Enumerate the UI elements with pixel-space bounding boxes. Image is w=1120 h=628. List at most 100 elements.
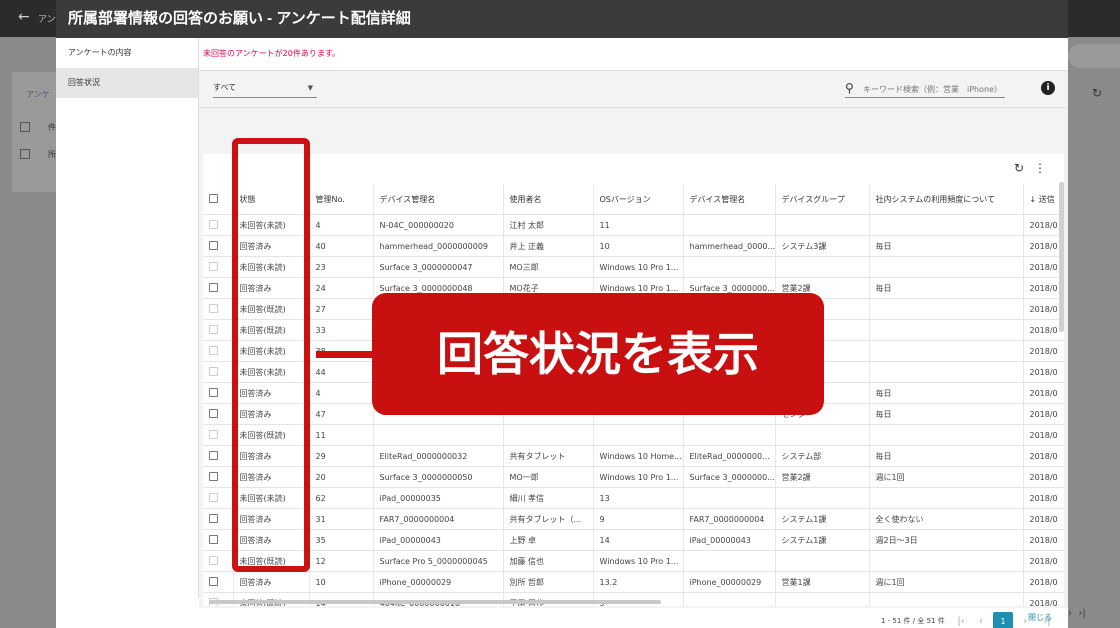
select-all-checkbox[interactable]: [203, 184, 234, 215]
table-row[interactable]: 未回答(未読) 23 Surface 3_0000000047 MO三郎 Windows…: [203, 256, 1064, 278]
table-row[interactable]: 未回答(既読) 12 Surface Pro 5_0000000045 加藤 信也 Wi…: [203, 550, 1064, 572]
table-cell: 11: [309, 424, 374, 446]
checkbox-icon[interactable]: [209, 408, 218, 418]
checkbox-icon[interactable]: [209, 240, 218, 250]
table-row[interactable]: 回答済み 40 hammerhead_0000000009 井上 正義 10 hammer…: [203, 235, 1064, 257]
checkbox-icon[interactable]: [209, 366, 218, 376]
table-cell: 23: [309, 256, 374, 278]
table-cell: 加藤 信也: [503, 550, 594, 572]
checkbox-icon[interactable]: [209, 387, 218, 397]
keyword-search[interactable]: ⚲: [845, 79, 1005, 98]
table-cell: [775, 550, 870, 572]
row-checkbox[interactable]: [203, 361, 234, 383]
pagination: 1 - 51 件 / 全 51 件 |‹ ‹ 1 › ›|: [199, 608, 1068, 628]
row-checkbox[interactable]: [203, 508, 234, 530]
column-header[interactable]: 使用者名: [503, 184, 594, 215]
info-icon[interactable]: i: [1041, 81, 1055, 95]
table-row[interactable]: 回答済み 10 iPhone_00000029 別所 哲郎 13.2 iPhone_000…: [203, 571, 1064, 593]
checkbox-icon[interactable]: [209, 513, 218, 523]
checkbox-icon[interactable]: [209, 193, 218, 203]
table-cell: 35: [309, 529, 374, 551]
table-cell: 江村 太郎: [503, 214, 594, 236]
column-header[interactable]: デバイス管理名: [683, 184, 776, 215]
checkbox-icon[interactable]: [209, 303, 218, 313]
horizontal-scrollbar[interactable]: [209, 600, 661, 604]
table-cell: 週2日〜3日: [869, 529, 1024, 551]
table-cell: [775, 214, 870, 236]
prev-page-icon[interactable]: ‹: [971, 612, 991, 628]
table-cell: 10: [593, 235, 684, 257]
more-vert-icon[interactable]: ⋮: [1034, 161, 1046, 175]
row-checkbox[interactable]: [203, 466, 234, 488]
table-cell: [869, 340, 1024, 362]
column-header[interactable]: 社内システムの利用頻度について: [869, 184, 1024, 215]
table-row[interactable]: 回答済み 29 EliteRad_0000000032 共有タブレット Windows …: [203, 445, 1064, 467]
row-checkbox[interactable]: [203, 403, 234, 425]
table-cell: 2018/0: [1023, 256, 1064, 278]
checkbox-icon[interactable]: [209, 450, 218, 460]
table-cell: hammerhead_0000...: [683, 235, 776, 257]
column-header[interactable]: ↓ 送信: [1023, 184, 1064, 215]
table-row[interactable]: 未回答(未読) 4 N-04C_000000020 江村 太郎 11 2018/0: [203, 214, 1064, 236]
column-header[interactable]: OSバージョン: [593, 184, 684, 215]
checkbox-icon[interactable]: [209, 471, 218, 481]
table-cell: [869, 361, 1024, 383]
row-checkbox[interactable]: [203, 256, 234, 278]
row-checkbox[interactable]: [203, 445, 234, 467]
table-cell: 40: [309, 235, 374, 257]
row-checkbox[interactable]: [203, 382, 234, 404]
checkbox-icon[interactable]: [209, 534, 218, 544]
table-row[interactable]: 回答済み 35 iPad_00000043 上野 卓 14 iPad_00000043 シス…: [203, 529, 1064, 551]
first-page-icon[interactable]: |‹: [951, 612, 971, 628]
table-cell: Surface 3_0000000050: [373, 466, 504, 488]
table-row[interactable]: 未回答(既読) 11 2018/0: [203, 424, 1064, 446]
table-cell: [683, 424, 776, 446]
row-checkbox[interactable]: [203, 550, 234, 572]
status-filter-select[interactable]: すべて ▼: [213, 79, 317, 98]
row-checkbox[interactable]: [203, 487, 234, 509]
current-page-button[interactable]: 1: [993, 612, 1013, 628]
row-checkbox[interactable]: [203, 424, 234, 446]
column-header[interactable]: デバイスグループ: [775, 184, 870, 215]
row-checkbox[interactable]: [203, 571, 234, 593]
checkbox-icon[interactable]: [209, 282, 218, 292]
checkbox-icon[interactable]: [209, 429, 218, 439]
checkbox-icon[interactable]: [209, 261, 218, 271]
table-row[interactable]: 未回答(未読) 62 iPad_00000035 細川 孝信 13 2018/0: [203, 487, 1064, 509]
checkbox-icon[interactable]: [209, 576, 218, 586]
sidebar-item-response-status[interactable]: 回答状況: [56, 68, 198, 98]
table-row[interactable]: 回答済み 20 Surface 3_0000000050 MO一郎 Windows 10…: [203, 466, 1064, 488]
vertical-scrollbar[interactable]: [1059, 182, 1064, 332]
table-cell: 2018/0: [1023, 277, 1064, 299]
checkbox-icon[interactable]: [209, 492, 218, 502]
sidebar-item-survey-content[interactable]: アンケートの内容: [56, 38, 198, 68]
back-arrow-icon[interactable]: ←: [18, 9, 30, 25]
column-header[interactable]: 管理No.: [309, 184, 374, 215]
row-checkbox[interactable]: [203, 214, 234, 236]
table-cell: [775, 487, 870, 509]
table-cell: 24: [309, 277, 374, 299]
refresh-icon[interactable]: ↻: [1014, 161, 1024, 175]
checkbox-icon[interactable]: [209, 555, 218, 565]
checkbox-icon[interactable]: [209, 345, 218, 355]
checkbox-icon[interactable]: [209, 219, 218, 229]
column-header[interactable]: デバイス管理名: [373, 184, 504, 215]
row-checkbox[interactable]: [203, 529, 234, 551]
row-checkbox[interactable]: [203, 277, 234, 299]
search-input[interactable]: [861, 81, 1005, 97]
table-row[interactable]: 回答済み 31 FAR7_0000000004 共有タブレット（... 9 FAR7_00…: [203, 508, 1064, 530]
table-cell: iPhone_00000029: [373, 571, 504, 593]
table-cell: 毎日: [869, 235, 1024, 257]
checkbox-icon[interactable]: [209, 324, 218, 334]
table-cell: [869, 592, 1024, 606]
table-cell: hammerhead_0000000009: [373, 235, 504, 257]
table-cell: システム3課: [775, 235, 870, 257]
table-cell: [683, 256, 776, 278]
table-cell: 2018/0: [1023, 424, 1064, 446]
close-button[interactable]: 閉じる: [1028, 612, 1052, 623]
row-checkbox[interactable]: [203, 340, 234, 362]
row-checkbox[interactable]: [203, 235, 234, 257]
table-cell: 2018/0: [1023, 550, 1064, 572]
row-checkbox[interactable]: [203, 319, 234, 341]
row-checkbox[interactable]: [203, 298, 234, 320]
